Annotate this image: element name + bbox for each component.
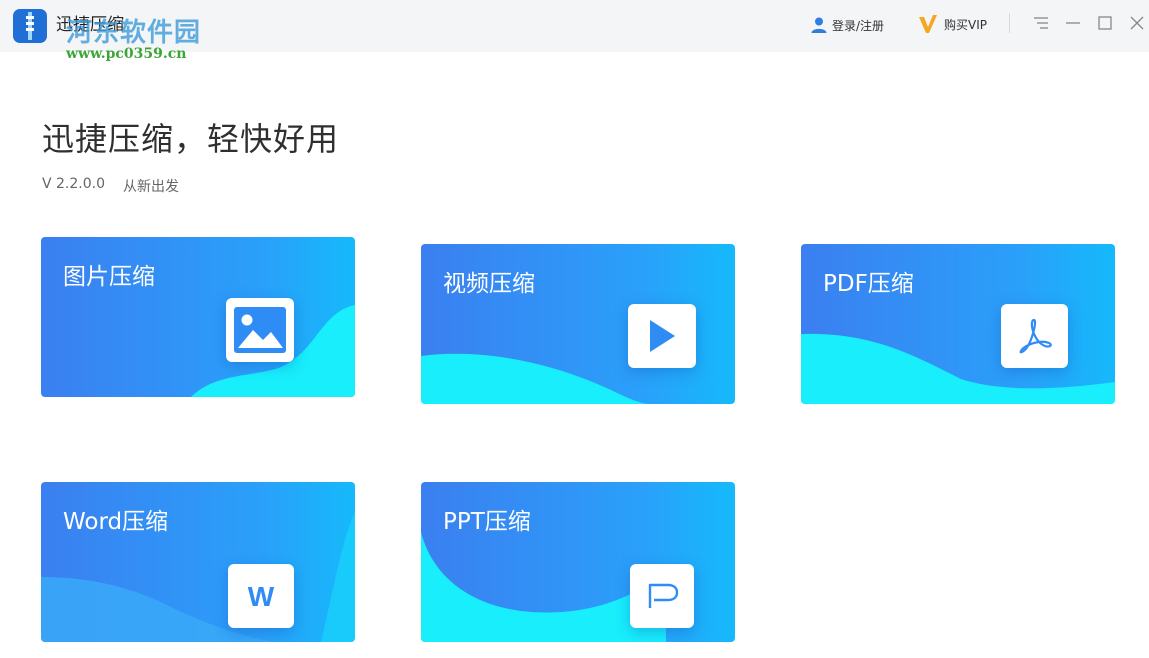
pdf-icon: [1001, 304, 1068, 368]
card-label: 图片压缩: [63, 264, 155, 290]
menu-icon: [1034, 17, 1048, 29]
card-label: 视频压缩: [443, 271, 535, 297]
card-label: Word压缩: [63, 509, 169, 535]
card-image-compress[interactable]: 图片压缩: [41, 237, 355, 397]
play-icon: [628, 304, 696, 368]
version-label: V 2.2.0.0: [42, 176, 106, 192]
word-icon: W: [228, 564, 294, 628]
minimize-icon: [1066, 22, 1080, 24]
watermark-logo: 河东软件园: [66, 18, 202, 48]
card-label: PDF压缩: [823, 271, 914, 297]
tagline-label: 从新出发: [123, 179, 179, 195]
card-ppt-compress[interactable]: PPT压缩: [421, 482, 735, 642]
buy-vip-label: 购买VIP: [944, 17, 987, 32]
card-video-compress[interactable]: 视频压缩: [421, 244, 735, 404]
card-word-compress[interactable]: Word压缩 W: [41, 482, 355, 642]
title-bar: 迅捷压缩 河东软件园 www.pc0359.cn 登录/注册 购买VIP: [0, 0, 1149, 62]
menu-button[interactable]: [1030, 12, 1052, 34]
user-icon: [811, 17, 827, 33]
app-logo-icon: [13, 9, 47, 43]
watermark-url: www.pc0359.cn: [66, 46, 187, 62]
svg-text:W: W: [248, 581, 275, 611]
hero-title: 迅捷压缩，轻快好用: [42, 120, 340, 158]
minimize-button[interactable]: [1062, 12, 1084, 34]
login-register-label: 登录/注册: [832, 18, 885, 33]
card-label: PPT压缩: [443, 509, 531, 535]
login-register-button[interactable]: 登录/注册: [810, 14, 884, 36]
maximize-button[interactable]: [1094, 12, 1116, 34]
image-icon: [226, 298, 294, 362]
card-pdf-compress[interactable]: PDF压缩: [801, 244, 1115, 404]
maximize-icon: [1098, 16, 1112, 30]
ppt-icon: [630, 564, 694, 628]
buy-vip-button[interactable]: 购买VIP: [918, 12, 987, 36]
titlebar-divider: [1009, 13, 1010, 33]
close-button[interactable]: [1126, 12, 1148, 34]
close-icon: [1130, 16, 1144, 30]
vip-v-icon: [919, 15, 937, 33]
